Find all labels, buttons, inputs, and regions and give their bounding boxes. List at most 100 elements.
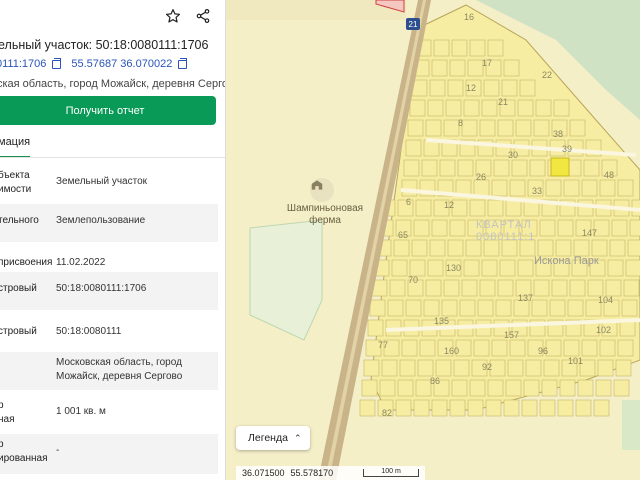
land-plot[interactable] [431, 219, 448, 237]
copy-icon[interactable] [178, 57, 188, 69]
land-plot[interactable] [431, 59, 448, 77]
land-plot[interactable] [359, 399, 376, 417]
land-plot[interactable] [429, 239, 446, 257]
land-plot[interactable] [421, 159, 438, 177]
land-plot[interactable] [545, 179, 562, 197]
land-plot[interactable] [493, 159, 510, 177]
land-plot[interactable] [473, 179, 490, 197]
land-plot[interactable] [533, 279, 550, 297]
land-plot[interactable] [395, 399, 412, 417]
land-plot[interactable] [479, 279, 496, 297]
land-plot[interactable] [557, 219, 574, 237]
info-row-value[interactable]: 50:18:0080111 [56, 325, 212, 339]
land-plot[interactable] [429, 79, 446, 97]
land-plot[interactable] [519, 79, 536, 97]
land-plot[interactable] [627, 239, 640, 257]
land-plot[interactable] [613, 379, 630, 397]
land-plot[interactable] [629, 219, 640, 237]
land-plot[interactable] [503, 399, 520, 417]
land-plot[interactable] [481, 259, 498, 277]
cadastral-number-link[interactable]: 0111:1706 [0, 58, 46, 70]
land-plot[interactable] [495, 299, 512, 317]
land-plot[interactable] [443, 119, 460, 137]
land-plot[interactable] [605, 279, 622, 297]
land-plot[interactable] [423, 299, 440, 317]
land-plot[interactable] [543, 359, 560, 377]
land-plot[interactable] [479, 119, 496, 137]
land-plot[interactable] [497, 119, 514, 137]
land-plot[interactable] [505, 199, 522, 217]
land-plot[interactable] [393, 239, 410, 257]
land-plot[interactable] [413, 219, 430, 237]
land-plot[interactable] [405, 299, 422, 317]
land-plot[interactable] [427, 99, 444, 117]
land-plot[interactable] [545, 339, 562, 357]
land-plot[interactable] [599, 339, 616, 357]
land-plot[interactable] [467, 59, 484, 77]
land-plot[interactable] [453, 359, 470, 377]
land-plot[interactable] [483, 79, 500, 97]
land-plot[interactable] [485, 399, 502, 417]
land-plot[interactable] [507, 359, 524, 377]
land-plot[interactable] [557, 399, 574, 417]
land-plot[interactable] [537, 239, 554, 257]
land-plot[interactable] [531, 299, 548, 317]
land-plot[interactable] [413, 399, 430, 417]
land-plot[interactable] [573, 239, 590, 257]
land-plot[interactable] [397, 379, 414, 397]
land-plot[interactable] [503, 59, 520, 77]
land-plot[interactable] [409, 259, 426, 277]
land-plot[interactable] [501, 79, 518, 97]
land-plot[interactable] [363, 359, 380, 377]
land-plot[interactable] [469, 39, 486, 57]
land-plot[interactable] [487, 379, 504, 397]
land-plot[interactable] [469, 379, 486, 397]
land-plot[interactable] [409, 99, 426, 117]
map-view[interactable]: 21 Шампиньоновая ферма КВАРТАЛ 0080111:1… [226, 0, 640, 480]
land-plot[interactable] [551, 279, 568, 297]
land-plot[interactable] [381, 359, 398, 377]
land-plot[interactable] [425, 279, 442, 297]
land-plot[interactable] [399, 359, 416, 377]
land-plot[interactable] [555, 239, 572, 257]
land-plot[interactable] [535, 99, 552, 117]
land-plot[interactable] [525, 359, 542, 377]
legend-button[interactable]: Легенда ⌃ [236, 426, 310, 450]
land-plot[interactable] [615, 359, 632, 377]
land-plot[interactable] [367, 319, 384, 337]
land-plot[interactable] [425, 119, 442, 137]
land-plot[interactable] [599, 179, 616, 197]
land-plot[interactable] [451, 39, 468, 57]
land-plot[interactable] [461, 279, 478, 297]
land-plot[interactable] [469, 199, 486, 217]
land-plot[interactable] [379, 379, 396, 397]
land-plot[interactable] [581, 339, 598, 357]
land-plot[interactable] [611, 219, 628, 237]
land-plot[interactable] [477, 299, 494, 317]
land-plot[interactable] [461, 119, 478, 137]
land-plot[interactable] [623, 279, 640, 297]
land-plot[interactable] [539, 219, 556, 237]
land-plot[interactable] [405, 139, 422, 157]
land-plot[interactable] [387, 299, 404, 317]
land-plot[interactable] [487, 39, 504, 57]
land-plot[interactable] [553, 99, 570, 117]
land-plot[interactable] [489, 359, 506, 377]
land-plot[interactable] [403, 159, 420, 177]
land-plot[interactable] [505, 379, 522, 397]
land-plot[interactable] [581, 179, 598, 197]
land-plot[interactable] [431, 399, 448, 417]
land-plot[interactable] [441, 299, 458, 317]
land-plot[interactable] [417, 359, 434, 377]
land-plot[interactable] [463, 259, 480, 277]
land-plot[interactable] [517, 259, 534, 277]
land-plot[interactable] [577, 199, 594, 217]
land-plot[interactable] [607, 259, 624, 277]
land-plot[interactable] [445, 99, 462, 117]
land-plot[interactable] [449, 219, 466, 237]
land-plot[interactable] [411, 239, 428, 257]
land-plot[interactable] [569, 279, 586, 297]
land-plot[interactable] [575, 399, 592, 417]
land-plot[interactable] [459, 299, 476, 317]
share-icon[interactable] [191, 4, 215, 28]
